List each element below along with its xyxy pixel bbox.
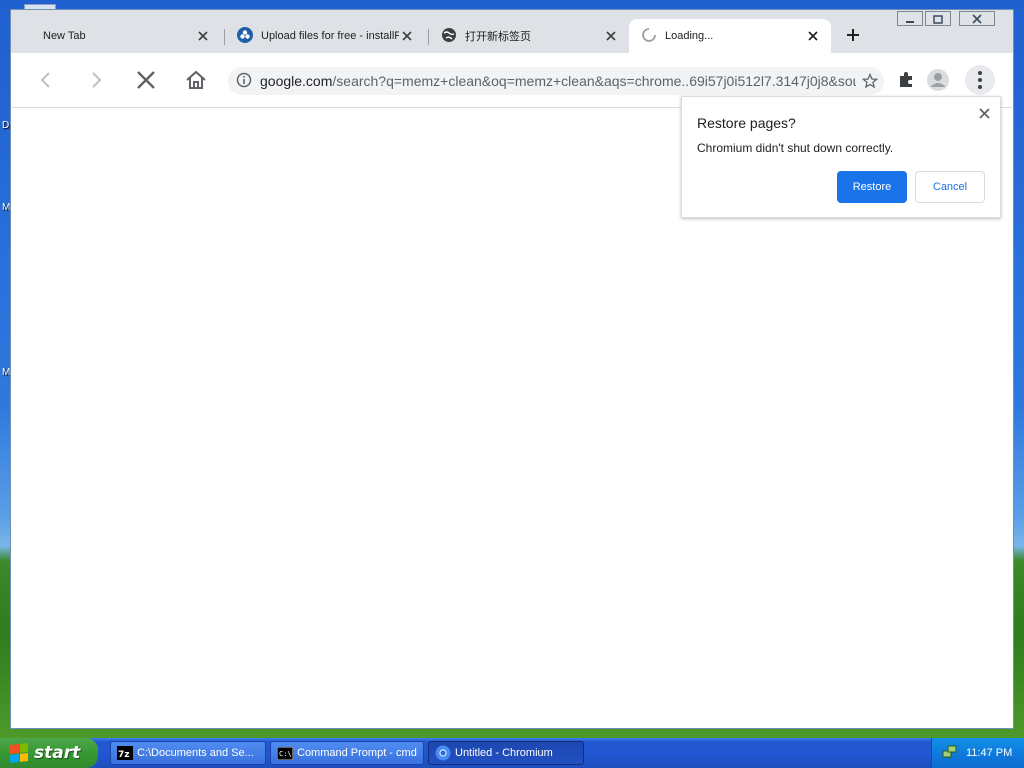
close-icon [198, 31, 208, 41]
system-tray: 11:47 PM [931, 738, 1024, 768]
home-button[interactable] [181, 65, 211, 95]
taskbar-item-label: Command Prompt - cmd [297, 747, 417, 759]
tab-upload-files[interactable]: Upload files for free - installF [225, 19, 425, 53]
address-bar[interactable]: google.com/search?q=memz+clean&oq=memz+c… [228, 67, 884, 95]
tab-strip: New Tab Upload files for free - installF… [11, 19, 1013, 53]
close-icon [402, 31, 412, 41]
tab-close-button[interactable] [603, 28, 619, 44]
info-icon [236, 72, 252, 87]
cancel-button[interactable]: Cancel [915, 171, 985, 203]
forward-button[interactable] [81, 65, 111, 95]
taskbar-item-label: C:\Documents and Se... [137, 747, 254, 759]
loading-spinner-icon [641, 27, 657, 46]
new-tab-button[interactable] [841, 23, 865, 47]
tab-title: New Tab [43, 30, 86, 42]
browser-window: New Tab Upload files for free - installF… [10, 9, 1014, 729]
site-info-button[interactable] [236, 72, 252, 91]
puzzle-icon [900, 72, 912, 87]
start-label: start [34, 743, 81, 763]
dialog-close-button[interactable] [976, 105, 992, 121]
star-icon [862, 73, 878, 89]
start-button[interactable]: start [0, 738, 98, 768]
url-text[interactable]: google.com/search?q=memz+clean&oq=memz+c… [260, 73, 856, 89]
close-icon [808, 31, 818, 41]
kebab-menu-icon [978, 71, 982, 89]
tab-new-tab[interactable]: New Tab [21, 19, 221, 53]
taskbar-item-label: Untitled - Chromium [455, 747, 553, 759]
tab-close-button[interactable] [195, 28, 211, 44]
plus-icon [847, 29, 859, 41]
tab-title: 打开新标签页 [465, 31, 531, 43]
taskbar: start 7z C:\Documents and Se... C:\ Comm… [0, 738, 1024, 768]
tab-close-button[interactable] [805, 28, 821, 44]
tab-loading[interactable]: Loading... [629, 19, 831, 53]
7zip-icon: 7z [117, 745, 133, 761]
avatar-icon [927, 69, 949, 91]
bookmark-button[interactable] [856, 73, 884, 89]
chromium-icon [435, 745, 451, 761]
dialog-message: Chromium didn't shut down correctly. [697, 141, 894, 155]
dialog-title: Restore pages? [697, 115, 796, 131]
url-host: google.com [260, 73, 333, 89]
taskbar-item-cmd[interactable]: C:\ Command Prompt - cmd [270, 741, 424, 765]
desktop-icon-label: D [2, 120, 10, 131]
extensions-button[interactable] [891, 65, 921, 95]
tab-title: Upload files for free - installF [261, 30, 399, 42]
svg-text:7z: 7z [118, 750, 130, 760]
url-path: /search?q=memz+clean&oq=memz+clean&aqs=c… [332, 73, 856, 89]
close-icon [606, 31, 616, 41]
tab-title: Loading... [665, 30, 714, 42]
restore-button[interactable]: Restore [837, 171, 907, 203]
globe-icon [441, 27, 457, 46]
tab-close-button[interactable] [399, 28, 415, 44]
taskbar-item-explorer[interactable]: 7z C:\Documents and Se... [110, 741, 266, 765]
browser-menu-button[interactable] [965, 65, 995, 95]
stop-x-icon [137, 71, 155, 89]
cmd-icon: C:\ [277, 745, 293, 761]
profile-button[interactable] [923, 65, 953, 95]
upload-service-icon [237, 26, 253, 46]
tab-open-new-tab-page[interactable]: 打开新标签页 [429, 19, 629, 53]
close-icon [978, 107, 990, 119]
forward-arrow-icon [92, 72, 102, 88]
svg-text:C:\: C:\ [279, 750, 292, 758]
clock[interactable]: 11:47 PM [966, 747, 1012, 759]
home-icon [186, 70, 206, 89]
back-arrow-icon [40, 72, 50, 88]
windows-flag-icon [10, 743, 28, 763]
taskbar-item-chromium[interactable]: Untitled - Chromium [428, 741, 584, 765]
back-button[interactable] [31, 65, 61, 95]
network-icon[interactable] [942, 745, 958, 762]
stop-button[interactable] [131, 65, 161, 95]
restore-pages-dialog: Restore pages? Chromium didn't shut down… [681, 96, 1001, 218]
